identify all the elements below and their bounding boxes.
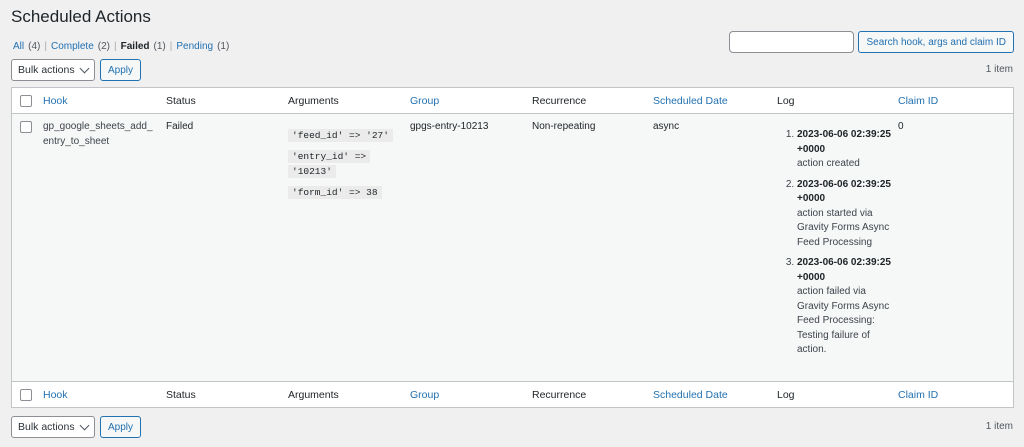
column-group-sort[interactable]: Group <box>410 94 439 109</box>
column-hook-sort[interactable]: Hook <box>43 388 153 403</box>
bulk-actions-label: Bulk actions <box>18 421 75 433</box>
log-cell: 2023-06-06 02:39:25 +0000 action created… <box>777 120 892 364</box>
argument-code: 'entry_id' => '10213' <box>288 149 371 178</box>
log-entry: 2023-06-06 02:39:25 +0000 action started… <box>797 178 892 251</box>
items-count: 1 item <box>985 64 1013 75</box>
column-claim-id-sort[interactable]: Claim ID <box>898 388 938 403</box>
column-hook-sort[interactable]: Hook <box>43 94 153 109</box>
argument-item: 'entry_id' => '10213' <box>288 149 400 180</box>
chevron-down-icon <box>79 420 90 431</box>
separator: | <box>169 41 173 52</box>
column-arguments: Arguments <box>288 389 339 401</box>
log-message: action started via Gravity Forms Async F… <box>797 207 890 248</box>
claim-id-value: 0 <box>898 121 904 132</box>
select-all-checkbox[interactable] <box>20 95 32 107</box>
separator: | <box>44 41 47 52</box>
filter-failed-current[interactable]: Failed <box>121 41 150 52</box>
column-group-sort[interactable]: Group <box>410 388 439 403</box>
argument-code: 'feed_id' => '27' <box>288 129 393 142</box>
argument-code: 'form_id' => 38 <box>288 185 382 199</box>
filter-pending-count: (1) <box>217 41 230 52</box>
search-box: Search hook, args and claim ID <box>729 31 1014 53</box>
table-header-row: Hook Status Arguments Group Recurrence S… <box>12 88 1013 114</box>
column-log: Log <box>777 389 795 401</box>
filter-complete-link[interactable]: Complete <box>51 41 94 52</box>
status-filter-links: All (4) | Complete (2) | Failed (1) | Pe… <box>13 41 229 52</box>
row-checkbox[interactable] <box>20 121 32 133</box>
bulk-actions-label: Bulk actions <box>18 64 75 76</box>
filter-complete-count: (2) <box>97 41 111 52</box>
log-entry: 2023-06-06 02:39:25 +0000 action created <box>797 128 892 172</box>
apply-button[interactable]: Apply <box>100 59 142 81</box>
separator: | <box>114 41 117 52</box>
group-value: gpgs-entry-10213 <box>410 121 489 132</box>
chevron-down-icon <box>79 63 90 74</box>
arguments-cell: 'feed_id' => '27' 'entry_id' => '10213' … <box>288 120 400 205</box>
log-message: action failed via Gravity Forms Async Fe… <box>797 286 890 355</box>
log-timestamp: 2023-06-06 02:39:25 +0000 <box>797 257 891 283</box>
table-row: gp_google_sheets_add_entry_to_sheet Fail… <box>12 114 1013 381</box>
bulk-actions-select[interactable]: Bulk actions <box>11 59 95 81</box>
tablenav-top: Bulk actions Apply <box>11 59 142 81</box>
column-scheduled-date-sort[interactable]: Scheduled Date <box>653 94 728 109</box>
column-recurrence: Recurrence <box>532 389 587 401</box>
argument-item: 'feed_id' => '27' <box>288 128 400 144</box>
column-claim-id-sort[interactable]: Claim ID <box>898 94 938 109</box>
column-status: Status <box>166 389 196 401</box>
filter-failed-count: (1) <box>153 41 166 52</box>
tablenav-bottom: Bulk actions Apply <box>11 416 142 438</box>
search-input[interactable] <box>729 31 855 53</box>
apply-button-bottom[interactable]: Apply <box>100 416 142 438</box>
status-value: Failed <box>166 121 194 132</box>
recurrence-value: Non-repeating <box>532 121 596 132</box>
select-all-checkbox-footer[interactable] <box>20 389 32 401</box>
scheduled-date-value: async <box>653 121 680 132</box>
filter-all-count: (4) <box>28 41 41 52</box>
argument-item: 'form_id' => 38 <box>288 185 400 201</box>
scheduled-actions-table: Hook Status Arguments Group Recurrence S… <box>11 87 1014 408</box>
hook-name: gp_google_sheets_add_entry_to_sheet <box>43 121 153 147</box>
log-entry: 2023-06-06 02:39:25 +0000 action failed … <box>797 256 892 358</box>
filter-pending-link[interactable]: Pending <box>176 41 213 52</box>
column-arguments: Arguments <box>288 95 339 107</box>
table-footer-row: Hook Status Arguments Group Recurrence S… <box>12 381 1013 407</box>
column-recurrence: Recurrence <box>532 95 587 107</box>
page-title: Scheduled Actions <box>11 7 151 26</box>
log-timestamp: 2023-06-06 02:39:25 +0000 <box>797 129 891 155</box>
column-status: Status <box>166 95 196 107</box>
items-count-bottom: 1 item <box>985 421 1013 432</box>
log-message: action created <box>797 158 860 169</box>
filter-all-link[interactable]: All <box>13 41 24 52</box>
log-timestamp: 2023-06-06 02:39:25 +0000 <box>797 178 891 205</box>
column-scheduled-date-sort[interactable]: Scheduled Date <box>653 388 728 403</box>
bulk-actions-select-bottom[interactable]: Bulk actions <box>11 416 95 438</box>
column-log: Log <box>777 95 795 107</box>
search-button[interactable]: Search hook, args and claim ID <box>858 31 1014 53</box>
